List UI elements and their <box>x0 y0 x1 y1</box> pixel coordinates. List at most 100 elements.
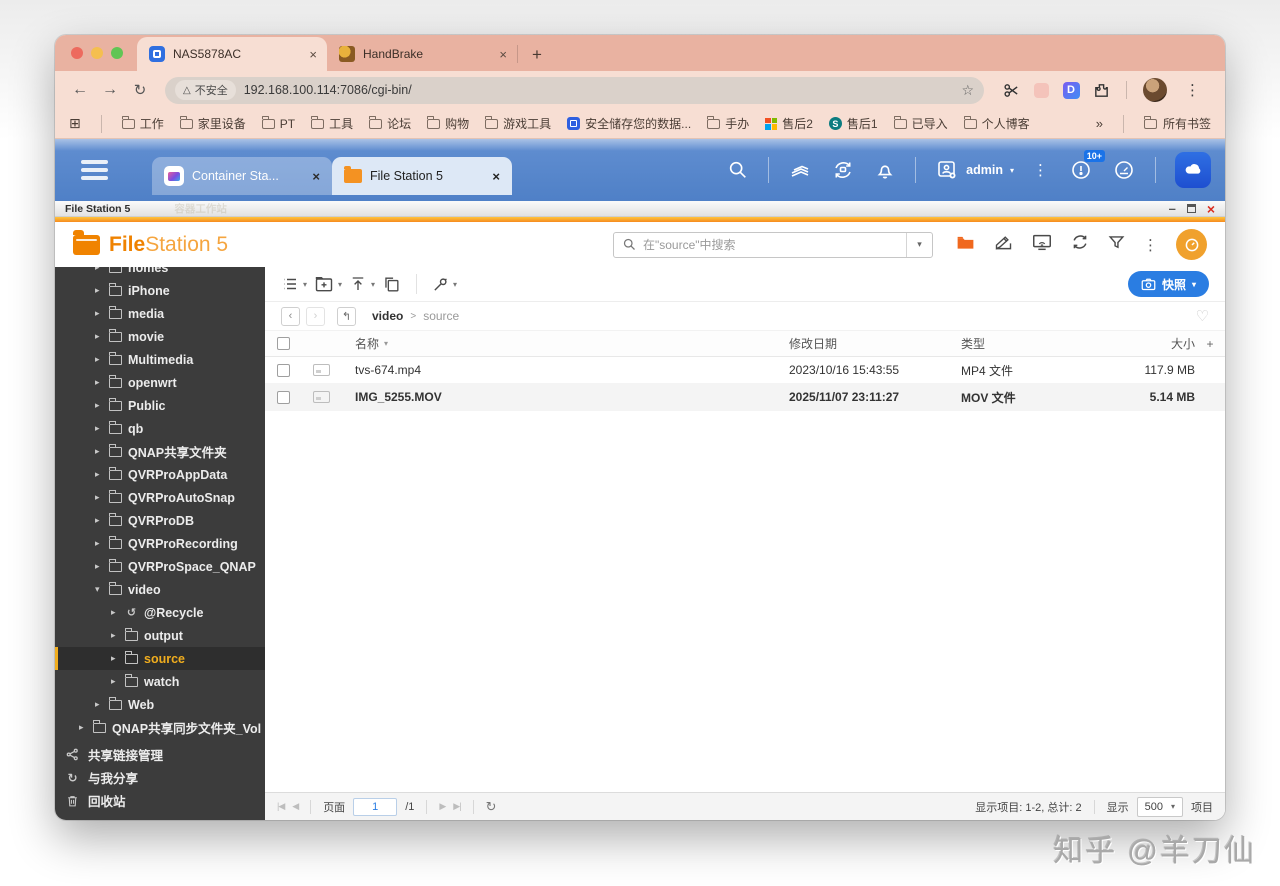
close-icon[interactable]: × <box>1207 202 1215 216</box>
sync-status-icon[interactable] <box>831 158 855 182</box>
expand-icon[interactable]: ▸ <box>79 722 87 733</box>
sidebar-item[interactable]: ▸ media <box>55 302 265 325</box>
search-icon[interactable] <box>727 159 749 181</box>
prev-page-icon[interactable]: ◀ <box>292 801 299 812</box>
browser-tab-handbrake[interactable]: HandBrake × <box>327 37 517 71</box>
extensions-puzzle-icon[interactable] <box>1092 81 1110 99</box>
bookmark-microsoft[interactable]: 售后2 <box>765 115 813 132</box>
upload-button[interactable]: ▾ <box>349 275 375 293</box>
collapse-icon[interactable]: ▾ <box>95 584 103 595</box>
go-up-button[interactable]: ↰ <box>337 306 356 326</box>
sidebar-item[interactable]: ▸ homes <box>55 267 265 279</box>
sidebar-item[interactable]: ▸ QVRProAppData <box>55 463 265 486</box>
expand-icon[interactable]: ▸ <box>111 676 119 687</box>
sidebar-item[interactable]: ▸ openwrt <box>55 371 265 394</box>
last-page-icon[interactable]: ▶| <box>453 801 461 812</box>
address-bar[interactable]: △ 不安全 192.168.100.114:7086/cgi-bin/ ☆ <box>165 76 984 104</box>
favorite-heart-icon[interactable]: ♡ <box>1196 307 1209 325</box>
row-checkbox[interactable] <box>276 363 290 377</box>
zoom-window-button[interactable] <box>111 47 123 59</box>
sidebar-item[interactable]: ▸ Public <box>55 394 265 417</box>
first-page-icon[interactable]: |◀ <box>277 801 285 812</box>
sidebar-item[interactable]: ▸ Web <box>55 693 265 716</box>
notifications-bell-icon[interactable] <box>874 159 896 181</box>
apps-grid-icon[interactable]: ⊞ <box>69 115 81 132</box>
expand-icon[interactable]: ▸ <box>95 561 103 572</box>
new-tab-button[interactable]: + <box>518 45 556 71</box>
url-text[interactable]: 192.168.100.114:7086/cgi-bin/ <box>244 83 954 97</box>
bookmark-folder[interactable]: 论坛 <box>369 115 411 132</box>
table-row[interactable]: tvs-674.mp4 2023/10/16 15:43:55 MP4 文件 1… <box>265 357 1225 384</box>
background-tasks-icon[interactable]: 10+ <box>1069 150 1105 182</box>
sidebar-item-video[interactable]: ▾ video <box>55 578 265 601</box>
search-input[interactable] <box>643 237 906 252</box>
bookmark-folder[interactable]: 购物 <box>427 115 469 132</box>
page-size-select[interactable]: 500 ▾ <box>1136 796 1183 817</box>
new-folder-button[interactable]: ▾ <box>314 274 342 294</box>
fs-window-titlebar[interactable]: File Station 5 容器工作站 – × <box>55 201 1225 217</box>
expand-icon[interactable]: ▸ <box>95 267 103 273</box>
row-check-cell[interactable] <box>265 390 301 404</box>
back-button[interactable]: ← <box>67 81 93 99</box>
nav-back-button[interactable]: ‹ <box>281 306 300 326</box>
smart-file-icon[interactable] <box>993 232 1014 258</box>
bookmark-folder[interactable]: PT <box>261 115 295 131</box>
more-actions-icon[interactable]: ⋮ <box>1143 236 1159 254</box>
file-name[interactable]: tvs-674.mp4 <box>341 363 789 377</box>
bookmark-sharepoint[interactable]: S 售后1 <box>828 115 878 132</box>
main-menu-icon[interactable] <box>81 160 108 180</box>
bookmarks-overflow-icon[interactable]: » <box>1096 116 1103 131</box>
sidebar-item[interactable]: ▸ QNAP共享同步文件夹_Vol <box>55 716 265 739</box>
expand-icon[interactable]: ▸ <box>95 446 103 457</box>
security-badge[interactable]: △ 不安全 <box>175 80 236 100</box>
bookmark-star-icon[interactable]: ☆ <box>961 82 974 99</box>
expand-icon[interactable]: ▸ <box>95 515 103 526</box>
bookmark-folder[interactable]: 游戏工具 <box>485 115 551 132</box>
expand-icon[interactable]: ▸ <box>95 492 103 503</box>
next-page-icon[interactable]: ▶ <box>439 801 446 812</box>
bookmark-folder[interactable]: 工作 <box>121 115 164 132</box>
expand-icon[interactable]: ▸ <box>95 354 103 365</box>
desktop-switch-icon[interactable] <box>788 158 812 182</box>
sidebar-item-share-links[interactable]: 共享链接管理 <box>55 743 265 766</box>
sidebar-item-source[interactable]: ▸ source <box>55 647 265 670</box>
background-task-button[interactable] <box>1176 229 1207 260</box>
file-name[interactable]: IMG_5255.MOV <box>341 390 789 404</box>
search-options-dropdown[interactable]: ▾ <box>906 232 932 257</box>
expand-icon[interactable]: ▸ <box>95 308 103 319</box>
sidebar-item[interactable]: ▸ QVRProSpace_QNAP <box>55 555 265 578</box>
sidebar-item[interactable]: ▸ qb <box>55 417 265 440</box>
select-all-cell[interactable] <box>265 337 301 350</box>
bookmark-folder[interactable]: 已导入 <box>893 115 948 132</box>
qnap-tab-close-icon[interactable]: × <box>492 169 500 184</box>
fs-search-box[interactable]: ▾ <box>613 231 933 258</box>
refresh-icon[interactable] <box>1070 232 1090 257</box>
row-checkbox[interactable] <box>276 390 290 404</box>
minimize-window-button[interactable] <box>91 47 103 59</box>
user-menu[interactable]: admin ▾ <box>935 158 1014 182</box>
sidebar-item[interactable]: ▸ movie <box>55 325 265 348</box>
maximize-icon[interactable] <box>1186 204 1196 213</box>
expand-icon[interactable]: ▸ <box>95 377 103 388</box>
sidebar-item-shared-with-me[interactable]: ↻ 与我分享 <box>55 766 265 789</box>
scissors-extension-icon[interactable] <box>1002 81 1020 99</box>
disabled-extension-icon[interactable] <box>1032 81 1050 99</box>
sidebar-item[interactable]: ▸ QVRProDB <box>55 509 265 532</box>
d-extension-icon[interactable]: D <box>1062 81 1080 99</box>
column-name[interactable]: 名称 ▾ <box>341 335 789 352</box>
row-check-cell[interactable] <box>265 363 301 377</box>
sidebar-item[interactable]: ▸ QVRProAutoSnap <box>55 486 265 509</box>
view-mode-button[interactable]: ▾ <box>281 275 307 293</box>
column-modified[interactable]: 修改日期 <box>789 335 961 352</box>
filter-funnel-icon[interactable] <box>1107 233 1126 257</box>
qnap-tab-file-station[interactable]: File Station 5 × <box>332 157 512 195</box>
breadcrumb-parent[interactable]: video <box>372 309 403 323</box>
expand-icon[interactable]: ▸ <box>95 285 103 296</box>
select-all-checkbox[interactable] <box>276 337 290 350</box>
column-type[interactable]: 类型 <box>961 335 1099 352</box>
snapshot-button[interactable]: 快照 ▾ <box>1127 271 1209 297</box>
tools-button[interactable]: ▾ <box>432 276 457 293</box>
expand-icon[interactable]: ▸ <box>95 538 103 549</box>
column-size[interactable]: 大小 <box>1099 335 1195 352</box>
close-window-button[interactable] <box>71 47 83 59</box>
